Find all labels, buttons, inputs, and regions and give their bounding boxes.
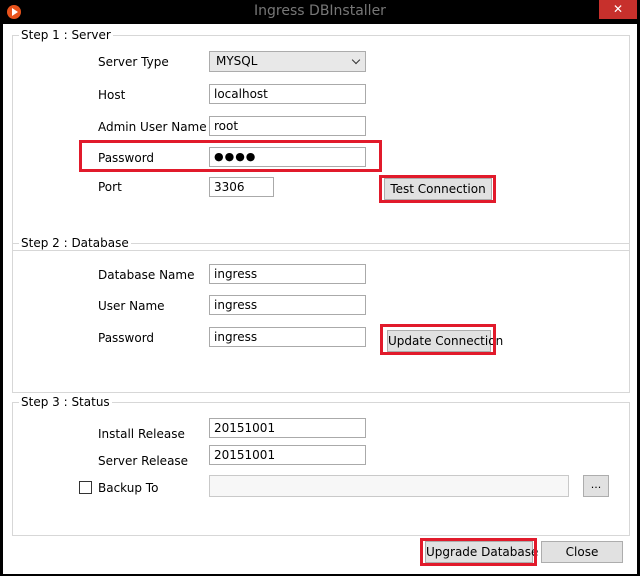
db-password-label: Password [98,331,155,345]
db-name-input[interactable]: ingress [209,264,366,284]
install-release-label: Install Release [98,427,185,441]
step2-group: Step 2 : Database Database Name ingress … [12,236,630,393]
user-name-label: User Name [98,299,165,313]
update-connection-button[interactable]: Update Connection [387,330,503,352]
server-type-select[interactable]: MYSQL [209,51,366,72]
test-connection-button[interactable]: Test Connection [384,178,492,200]
backup-to-input[interactable] [209,475,569,497]
upgrade-database-button[interactable]: Upgrade Database [425,541,538,563]
browse-button[interactable]: ... [583,475,609,497]
step3-group: Step 3 : Status Install Release 20151001… [12,395,630,536]
title-bar: Ingress DBInstaller ✕ [0,0,640,24]
server-type-label: Server Type [98,55,169,69]
password-input[interactable]: ●●●● [209,147,366,167]
step1-group: Step 1 : Server Server Type MYSQL Host l… [12,28,630,251]
dialog-client: Step 1 : Server Server Type MYSQL Host l… [3,24,637,574]
server-type-value: MYSQL [216,54,258,68]
server-release-label: Server Release [98,454,189,468]
window-close-button[interactable]: ✕ [599,0,637,19]
step1-title: Step 1 : Server [19,28,113,42]
install-release-input[interactable]: 20151001 [209,418,366,438]
window-title: Ingress DBInstaller [254,3,386,19]
admin-user-input[interactable]: root [209,116,366,136]
port-input[interactable]: 3306 [209,177,274,197]
db-password-input[interactable]: ingress [209,327,366,347]
step3-title: Step 3 : Status [19,395,112,409]
backup-to-checkbox[interactable] [79,481,92,494]
step2-title: Step 2 : Database [19,236,131,250]
host-label: Host [98,88,126,102]
backup-to-label: Backup To [98,481,159,495]
chevron-down-icon [351,55,361,65]
host-input[interactable]: localhost [209,84,366,104]
close-button[interactable]: Close [541,541,623,563]
server-release-input[interactable]: 20151001 [209,445,366,465]
password-label: Password [98,151,155,165]
user-name-input[interactable]: ingress [209,295,366,315]
admin-user-label: Admin User Name [98,120,207,134]
db-name-label: Database Name [98,268,195,282]
port-label: Port [98,180,122,194]
